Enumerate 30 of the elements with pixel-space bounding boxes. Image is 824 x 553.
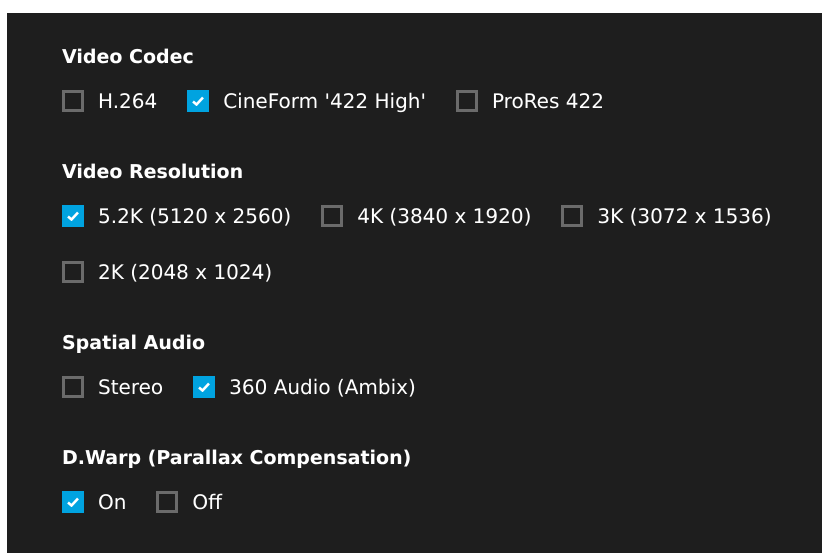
checkbox[interactable] <box>193 376 216 398</box>
option-label[interactable]: ProRes 422 <box>492 87 604 115</box>
section-heading: Video Resolution <box>62 160 244 185</box>
checkbox[interactable] <box>456 90 478 112</box>
option-label[interactable]: 3K (3072 x 1536) <box>597 202 772 230</box>
option-label[interactable]: 360 Audio (Ambix) <box>229 373 416 401</box>
option-label[interactable]: 2K (2048 x 1024) <box>98 258 272 286</box>
option-label[interactable]: 4K (3840 x 1920) <box>357 202 532 230</box>
checkbox[interactable] <box>62 261 84 283</box>
checkbox[interactable] <box>187 90 210 112</box>
section-heading: Spatial Audio <box>62 331 206 356</box>
check-icon <box>192 96 204 106</box>
option-label[interactable]: Off <box>192 488 222 516</box>
option-label[interactable]: 5.2K (5120 x 2560) <box>98 202 292 230</box>
option-label[interactable]: Stereo <box>98 373 164 401</box>
option-label[interactable]: On <box>98 488 126 516</box>
check-icon <box>198 382 210 392</box>
checkbox[interactable] <box>62 491 84 513</box>
check-icon <box>67 497 79 507</box>
checkbox[interactable] <box>156 491 178 513</box>
section-heading: Video Codec <box>62 45 195 70</box>
checkbox[interactable] <box>321 205 344 227</box>
option-label[interactable]: H.264 <box>98 87 158 115</box>
option-label[interactable]: CineForm '422 High' <box>223 87 426 115</box>
checkbox[interactable] <box>62 205 84 227</box>
checkbox[interactable] <box>62 90 84 112</box>
checkbox[interactable] <box>62 376 84 398</box>
check-icon <box>67 211 79 221</box>
section-heading: D.Warp (Parallax Compensation) <box>62 446 412 471</box>
checkbox[interactable] <box>561 205 584 227</box>
